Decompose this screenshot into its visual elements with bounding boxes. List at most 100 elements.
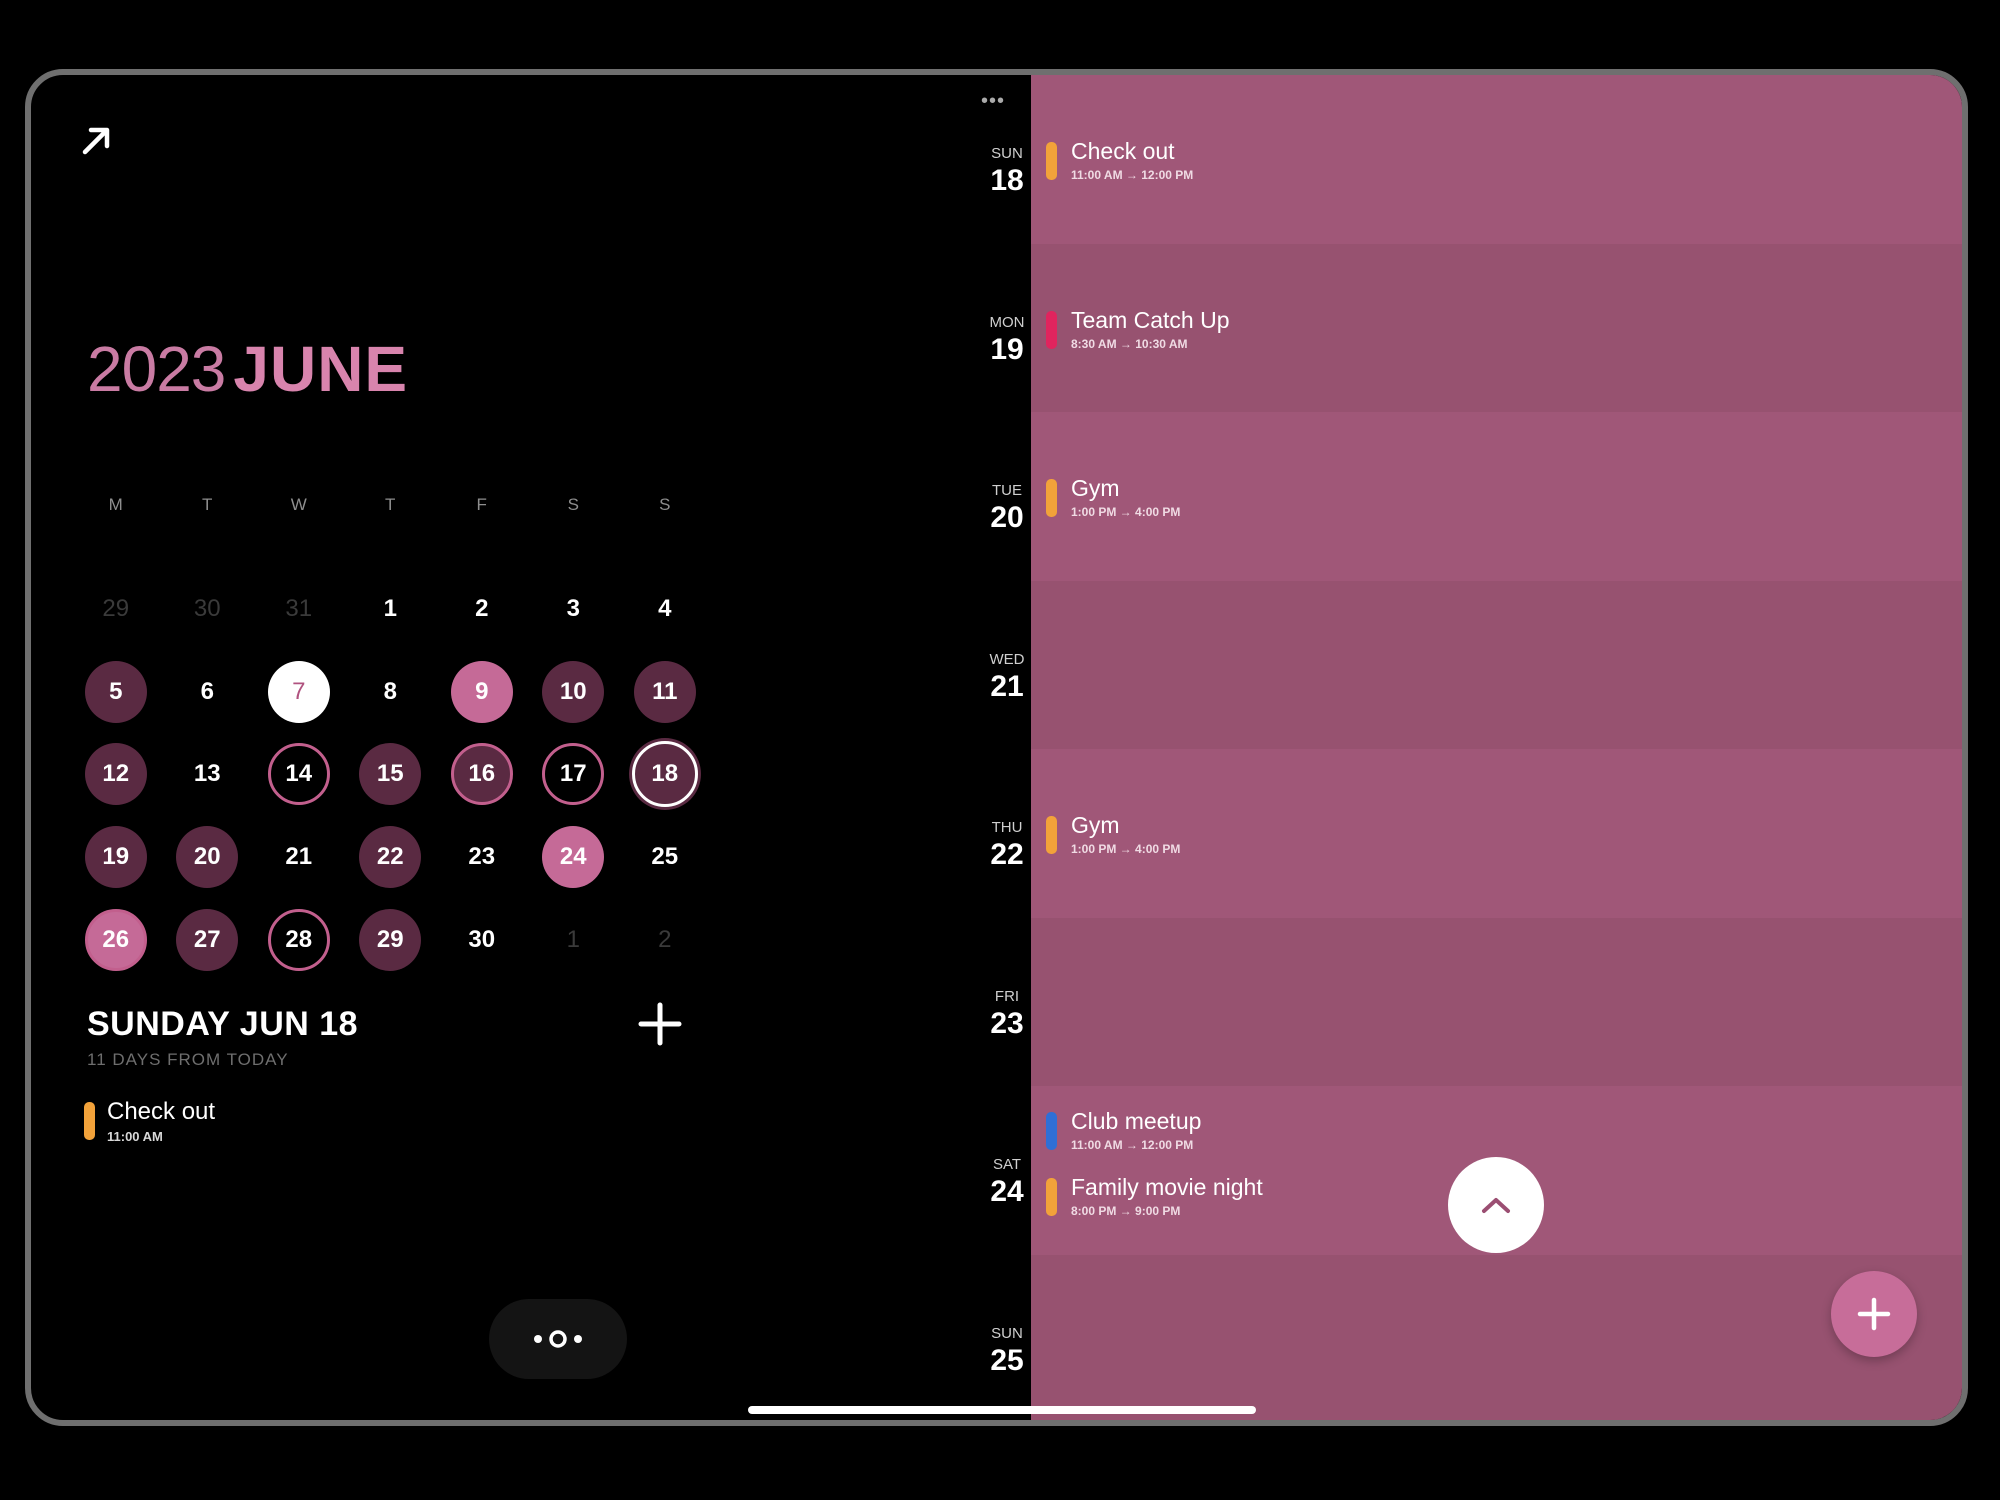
agenda-event[interactable]: Club meetup 11:00 AM → 12:00 PM xyxy=(1046,1108,1201,1152)
agenda-day-label: THU 22 xyxy=(971,819,1043,872)
calendar-day[interactable]: 14 xyxy=(267,743,330,806)
calendar-day[interactable]: 2 xyxy=(451,578,513,640)
day-cell: 5 xyxy=(70,651,162,734)
agenda-day-label: SAT 24 xyxy=(971,1156,1043,1209)
calendar-day[interactable]: 13 xyxy=(176,743,238,805)
agenda-event[interactable]: Check out 11:00 AM → 12:00 PM xyxy=(1046,138,1193,182)
calendar-day[interactable]: 10 xyxy=(542,660,605,723)
calendar-day[interactable]: 25 xyxy=(634,826,696,888)
calendar-day[interactable]: 30 xyxy=(176,578,238,640)
event-time: 1:00 PM → 4:00 PM xyxy=(1071,505,1181,519)
weekday-label: S xyxy=(659,495,671,514)
day-cell: 2 xyxy=(436,568,528,651)
agenda-day-label: SUN 25 xyxy=(971,1325,1043,1378)
day-cell: 21 xyxy=(253,816,345,899)
app-window: 2023 JUNE MTWTFSS 29 30 31 1 2 3 4 5 6 7 8 9 10 11 12 13… xyxy=(25,69,1968,1426)
calendar-day[interactable]: 11 xyxy=(633,660,696,723)
event-time: 8:00 PM → 9:00 PM xyxy=(1071,1204,1181,1218)
agenda-event[interactable]: Family movie night 8:00 PM → 9:00 PM xyxy=(1046,1174,1263,1218)
day-cell: 17 xyxy=(528,733,620,816)
calendar-day[interactable]: 15 xyxy=(359,743,422,806)
day-cell: 30 xyxy=(162,568,254,651)
calendar-day[interactable]: 19 xyxy=(84,826,147,889)
agenda-day-row[interactable] xyxy=(1031,917,1962,1086)
day-cell: 29 xyxy=(345,898,437,981)
plus-icon xyxy=(1857,1297,1891,1331)
agenda-day-label: SUN 18 xyxy=(971,145,1043,198)
calendar-day[interactable]: 29 xyxy=(85,578,147,640)
calendar-day[interactable]: 7 xyxy=(267,660,330,723)
agenda-event[interactable]: Gym 1:00 PM → 4:00 PM xyxy=(1046,475,1180,519)
weekday-label: W xyxy=(290,495,307,514)
selected-day-event[interactable]: Check out 11:00 AM xyxy=(84,1098,215,1144)
event-color-bar xyxy=(1046,479,1057,517)
selected-date-title: SUNDAY JUN 18 xyxy=(87,1005,359,1043)
calendar-day[interactable]: 20 xyxy=(176,826,239,889)
view-toggle-button[interactable] xyxy=(489,1299,627,1379)
calendar-day[interactable]: 27 xyxy=(176,908,239,971)
scroll-up-button[interactable] xyxy=(1448,1157,1544,1253)
calendar-day[interactable]: 6 xyxy=(176,661,238,723)
add-event-plus-icon[interactable] xyxy=(637,1001,683,1047)
event-color-bar xyxy=(1046,816,1057,854)
agenda-day-row[interactable] xyxy=(1031,1254,1962,1420)
day-number: 18 xyxy=(990,164,1024,197)
day-cell: 13 xyxy=(162,733,254,816)
day-cell: 27 xyxy=(162,898,254,981)
day-cell: 9 xyxy=(436,651,528,734)
day-of-week: MON xyxy=(989,313,1025,331)
view-toggle-icon xyxy=(534,1330,582,1348)
day-of-week: SAT xyxy=(992,1156,1022,1173)
calendar-day[interactable]: 21 xyxy=(268,826,330,888)
calendar-day[interactable]: 28 xyxy=(267,908,330,971)
day-cell: 22 xyxy=(345,816,437,899)
event-color-bar xyxy=(1046,142,1057,180)
agenda-day-row[interactable] xyxy=(1031,580,1962,749)
event-title: Gym xyxy=(1071,475,1120,501)
ellipsis-icon[interactable]: ••• xyxy=(981,90,1005,113)
day-number: 19 xyxy=(990,332,1024,366)
event-time: 1:00 PM → 4:00 PM xyxy=(1071,842,1181,856)
add-event-fab[interactable] xyxy=(1831,1271,1917,1357)
agenda-event[interactable]: Team Catch Up 8:30 AM → 10:30 AM xyxy=(1046,307,1230,351)
home-indicator[interactable] xyxy=(748,1406,1256,1414)
day-cell: 26 xyxy=(70,898,162,981)
calendar-day[interactable]: 12 xyxy=(84,743,147,806)
calendar-day[interactable]: 1 xyxy=(542,909,604,971)
calendar-day[interactable]: 26 xyxy=(84,908,147,971)
calendar-day[interactable]: 16 xyxy=(450,743,513,806)
day-of-week: FRI xyxy=(994,987,1020,1005)
month-label: JUNE xyxy=(233,333,409,405)
day-cell: 19 xyxy=(70,816,162,899)
calendar-day[interactable]: 9 xyxy=(450,660,513,723)
day-of-week: SUN xyxy=(991,1324,1023,1342)
day-cell: 1 xyxy=(345,568,437,651)
calendar-day[interactable]: 24 xyxy=(542,826,605,889)
calendar-day[interactable]: 18 xyxy=(631,741,698,808)
agenda-day-label: WED 21 xyxy=(971,651,1043,704)
day-cell: 8 xyxy=(345,651,437,734)
weekday-label: T xyxy=(385,495,396,514)
event-time: 11:00 AM → 12:00 PM xyxy=(1071,1138,1194,1152)
calendar-day[interactable]: 3 xyxy=(542,578,604,640)
expand-arrow-icon[interactable] xyxy=(77,120,117,160)
day-number: 21 xyxy=(990,669,1024,703)
calendar-day[interactable]: 22 xyxy=(359,826,422,889)
calendar-day[interactable]: 23 xyxy=(451,826,513,888)
weekday-label: F xyxy=(476,495,487,514)
event-title: Family movie night xyxy=(1071,1174,1263,1200)
day-number: 23 xyxy=(990,1006,1024,1040)
calendar-day[interactable]: 1 xyxy=(359,578,421,640)
calendar-day[interactable]: 8 xyxy=(359,661,421,723)
agenda-event[interactable]: Gym 1:00 PM → 4:00 PM xyxy=(1046,812,1180,856)
calendar-day[interactable]: 17 xyxy=(542,743,605,806)
month-grid: 29 30 31 1 2 3 4 5 6 7 8 9 10 11 12 13 14 15 16 17 18 19 20 21 2… xyxy=(70,568,711,981)
calendar-day[interactable]: 4 xyxy=(634,578,696,640)
calendar-day[interactable]: 31 xyxy=(268,578,330,640)
calendar-day[interactable]: 5 xyxy=(84,660,147,723)
calendar-day[interactable]: 29 xyxy=(359,908,422,971)
selected-date-subtitle: 11 DAYS FROM TODAY xyxy=(87,1050,289,1069)
calendar-day[interactable]: 30 xyxy=(451,909,513,971)
day-cell: 29 xyxy=(70,568,162,651)
calendar-day[interactable]: 2 xyxy=(634,909,696,971)
